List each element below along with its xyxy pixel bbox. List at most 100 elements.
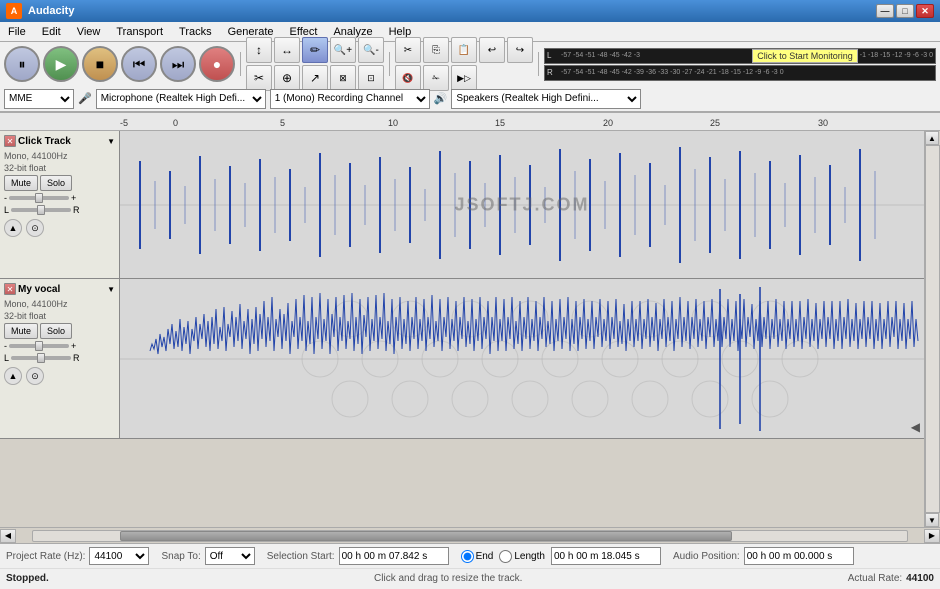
click-waveform-svg bbox=[120, 131, 924, 278]
snap-select[interactable]: Off bbox=[205, 547, 255, 565]
vocal-track-waveform[interactable]: 1.0 0.5 0.0 -0.5 -1.0 My vocal bbox=[120, 279, 924, 438]
vocal-track-mute[interactable]: Mute bbox=[4, 323, 38, 339]
zoom-fit[interactable]: ⊠ bbox=[330, 65, 356, 91]
scroll-area: ◀ ▶ bbox=[0, 527, 940, 543]
device-toolbar: MME 🎤 Microphone (Realtek High Defi... 1… bbox=[0, 86, 940, 112]
copy-button[interactable]: ⎘ bbox=[423, 37, 449, 63]
vocal-pan-slider[interactable] bbox=[11, 356, 71, 360]
redo-button[interactable]: ↪ bbox=[507, 37, 533, 63]
click-track-waveform[interactable]: 1.0 0.5 0.0 -0.5 -1.0 Click Track bbox=[120, 131, 924, 278]
undo-button[interactable]: ↩ bbox=[479, 37, 505, 63]
click-track-pan: L R bbox=[4, 205, 115, 215]
start-monitoring-button[interactable]: Click to Start Monitoring bbox=[752, 49, 858, 63]
channel-select[interactable]: 1 (Mono) Recording Channel bbox=[270, 89, 430, 109]
pan-R: R bbox=[73, 205, 80, 215]
menu-file[interactable]: File bbox=[0, 22, 34, 41]
stopped-status: Stopped. bbox=[6, 573, 49, 584]
minimize-button[interactable]: — bbox=[876, 4, 894, 18]
draw-tool[interactable]: ✏ bbox=[302, 37, 328, 63]
cut-button[interactable]: ✂ bbox=[395, 37, 421, 63]
h-scroll-left[interactable]: ◀ bbox=[0, 529, 16, 543]
click-track-dropdown[interactable]: ▼ bbox=[107, 137, 115, 146]
length-radio[interactable] bbox=[499, 550, 512, 563]
magnify-tool[interactable]: ↗ bbox=[302, 65, 328, 91]
menu-transport[interactable]: Transport bbox=[108, 22, 171, 41]
pause-button[interactable]: ⏸ bbox=[4, 46, 40, 82]
click-track-close[interactable]: ✕ bbox=[4, 135, 16, 147]
snap-label: Snap To: bbox=[161, 551, 200, 562]
trim-button[interactable]: ✁ bbox=[423, 65, 449, 91]
maximize-button[interactable]: □ bbox=[896, 4, 914, 18]
interface-select[interactable]: MME bbox=[4, 89, 74, 109]
rewind-button[interactable]: ⏮ bbox=[121, 46, 157, 82]
ruler-mark: 30 bbox=[818, 118, 828, 128]
length-radio-option[interactable]: Length bbox=[499, 550, 545, 563]
end-value-input[interactable] bbox=[551, 547, 661, 565]
click-track-mute[interactable]: Mute bbox=[4, 175, 38, 191]
project-rate-select[interactable]: 44100 bbox=[89, 547, 149, 565]
window-controls: — □ ✕ bbox=[876, 4, 934, 18]
menu-tracks[interactable]: Tracks bbox=[171, 22, 220, 41]
end-length-radio: End Length bbox=[461, 547, 661, 565]
gain-thumb bbox=[35, 193, 43, 203]
v-scroll-down[interactable]: ▼ bbox=[925, 513, 939, 527]
click-track-header: ✕ Click Track ▼ Mono, 44100Hz 32-bit flo… bbox=[0, 131, 120, 278]
h-scroll-right[interactable]: ▶ bbox=[924, 529, 940, 543]
v-scroll-up[interactable]: ▲ bbox=[925, 131, 939, 145]
actual-rate-value: 44100 bbox=[906, 573, 934, 584]
h-scroll-thumb[interactable] bbox=[120, 531, 732, 541]
envelope-tool[interactable]: ✂ bbox=[246, 65, 272, 91]
time-shift-tool[interactable]: ↔ bbox=[274, 37, 300, 63]
gain-minus: - bbox=[4, 193, 7, 203]
gain-slider[interactable] bbox=[9, 196, 69, 200]
vocal-track-dropdown[interactable]: ▼ bbox=[107, 285, 115, 294]
h-scrollbar[interactable] bbox=[32, 530, 908, 542]
click-track-menu[interactable]: ⊙ bbox=[26, 219, 44, 237]
vocal-gain-slider[interactable] bbox=[9, 344, 69, 348]
vocal-track-close[interactable]: ✕ bbox=[4, 283, 16, 295]
vocal-track-buttons: Mute Solo bbox=[4, 323, 115, 339]
vocal-track-collapse[interactable]: ▲ bbox=[4, 367, 22, 385]
menu-edit[interactable]: Edit bbox=[34, 22, 69, 41]
click-track-collapse[interactable]: ▲ bbox=[4, 219, 22, 237]
vocal-track-solo[interactable]: Solo bbox=[40, 323, 72, 339]
end-radio[interactable] bbox=[461, 550, 474, 563]
multi-tool[interactable]: ⊕ bbox=[274, 65, 300, 91]
microphone-select[interactable]: Microphone (Realtek High Defi... bbox=[96, 89, 266, 109]
stop-button[interactable]: ■ bbox=[82, 46, 118, 82]
status-bar: Project Rate (Hz): 44100 Snap To: Off Se… bbox=[0, 543, 940, 589]
close-button[interactable]: ✕ bbox=[916, 4, 934, 18]
click-track-solo[interactable]: Solo bbox=[40, 175, 72, 191]
play-at-speed[interactable]: ▶▷ bbox=[451, 65, 477, 91]
hint-text: Click and drag to resize the track. bbox=[374, 573, 522, 584]
ruler-numbers: -5 0 5 10 15 20 25 30 bbox=[120, 113, 924, 130]
vocal-track: ✕ My vocal ▼ Mono, 44100Hz 32-bit float … bbox=[0, 279, 924, 439]
pan-thumb bbox=[37, 205, 45, 215]
paste-button[interactable]: 📋 bbox=[451, 37, 477, 63]
speaker-icon: 🔊 bbox=[434, 92, 448, 105]
record-button[interactable]: ● bbox=[199, 46, 235, 82]
timeline-ruler: -5 0 5 10 15 20 25 30 bbox=[0, 113, 940, 131]
pan-slider[interactable] bbox=[11, 208, 71, 212]
end-radio-option[interactable]: End bbox=[461, 550, 494, 563]
vocal-pan-thumb bbox=[37, 353, 45, 363]
status-row1: Project Rate (Hz): 44100 Snap To: Off Se… bbox=[0, 544, 940, 568]
zoom-out-icon[interactable]: 🔍- bbox=[358, 37, 384, 63]
menu-view[interactable]: View bbox=[69, 22, 109, 41]
vocal-track-menu[interactable]: ⊙ bbox=[26, 367, 44, 385]
sel-start-input[interactable] bbox=[339, 547, 449, 565]
vocal-track-name: My vocal bbox=[18, 284, 105, 295]
vertical-scrollbar[interactable]: ▲ ▼ bbox=[924, 131, 940, 527]
play-button[interactable]: ▶ bbox=[43, 46, 79, 82]
selection-tool[interactable]: ↕ bbox=[246, 37, 272, 63]
speaker-select[interactable]: Speakers (Realtek High Defini... bbox=[451, 89, 641, 109]
sel-start-label: Selection Start: bbox=[267, 551, 335, 562]
audio-pos-input[interactable] bbox=[744, 547, 854, 565]
ruler-mark: 15 bbox=[495, 118, 505, 128]
ruler-mark: 20 bbox=[603, 118, 613, 128]
forward-button[interactable]: ⏭ bbox=[160, 46, 196, 82]
silence-button[interactable]: 🔇 bbox=[395, 65, 421, 91]
status-row2: Stopped. Click and drag to resize the tr… bbox=[0, 568, 940, 588]
zoom-in-icon[interactable]: 🔍+ bbox=[330, 37, 356, 63]
zoom-sel[interactable]: ⊡ bbox=[358, 65, 384, 91]
